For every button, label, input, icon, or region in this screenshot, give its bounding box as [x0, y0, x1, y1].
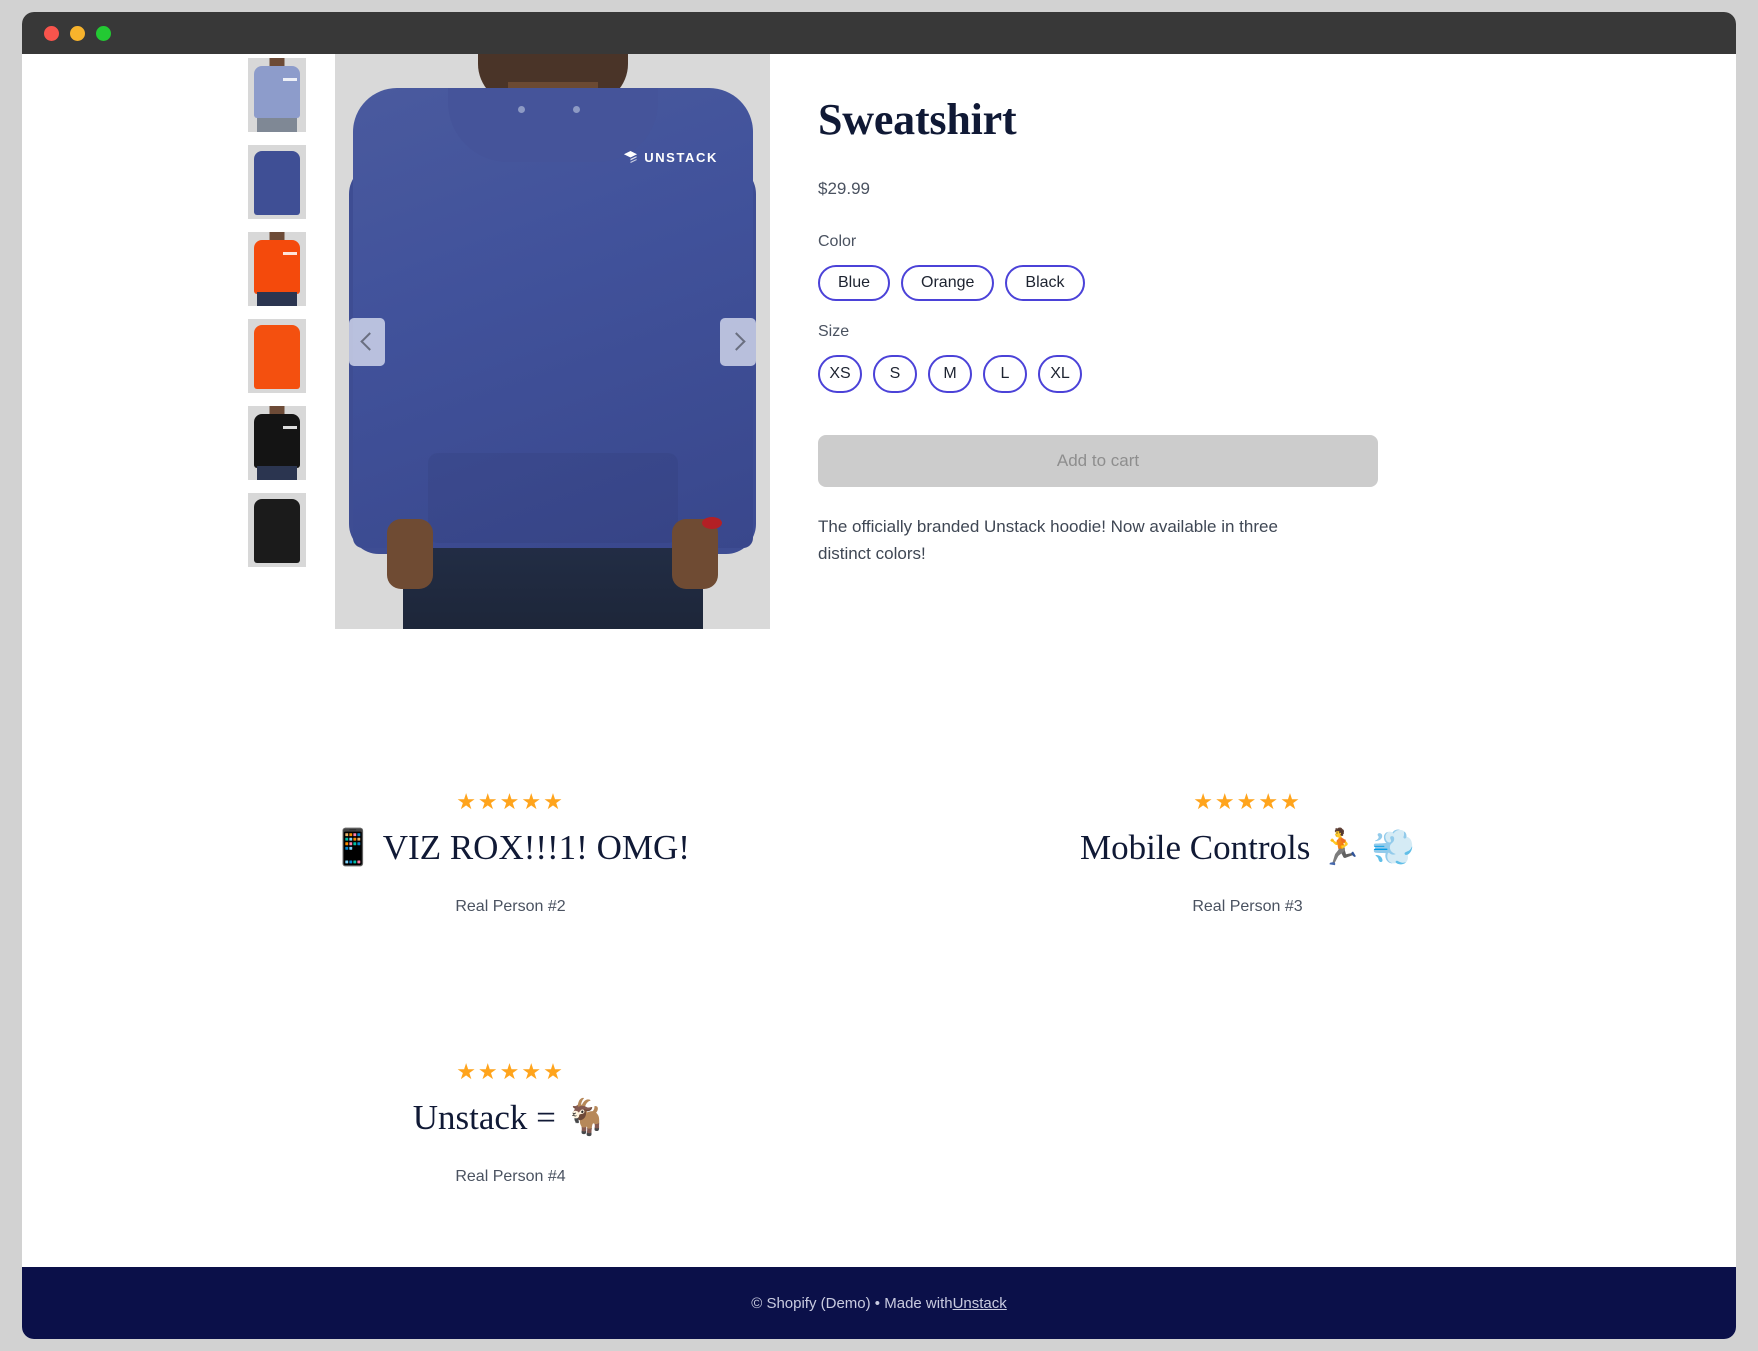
- thumbnail-black-front[interactable]: [248, 406, 306, 480]
- color-option-blue[interactable]: Blue: [818, 265, 891, 301]
- champion-logo: [702, 517, 722, 529]
- minimize-window-button[interactable]: [70, 25, 85, 41]
- garment-logo: [283, 252, 297, 255]
- window-titlebar: [22, 12, 1736, 54]
- close-window-button[interactable]: [44, 25, 59, 41]
- carousel-next-button[interactable]: [720, 317, 756, 366]
- chevron-right-icon: [726, 332, 746, 351]
- product-details: Sweatshirt $29.99 Color Blue Orange Blac…: [818, 54, 1378, 629]
- thumbnail-orange-front[interactable]: [248, 232, 306, 306]
- garment-shape: [254, 499, 300, 563]
- garment-shape: [254, 151, 300, 215]
- model-legs: [257, 466, 297, 480]
- page-title: Sweatshirt: [818, 95, 1017, 144]
- hood-drawstring-left: [518, 106, 525, 113]
- unstack-logo: UNSTACK: [623, 150, 718, 165]
- maximize-window-button[interactable]: [96, 25, 111, 41]
- unstack-link[interactable]: Unstack: [953, 1295, 1007, 1312]
- size-option-xs[interactable]: XS: [818, 355, 862, 393]
- unstack-wordmark: UNSTACK: [644, 150, 718, 165]
- product-price: $29.99: [818, 179, 870, 198]
- review-author: Real Person #2: [455, 898, 566, 915]
- size-options: XS S M L XL: [818, 355, 1378, 393]
- thumbnail-black-back[interactable]: [248, 493, 306, 567]
- page-content: UNSTACK Sweatshirt $29.99 Color Blue Ora…: [22, 54, 1736, 1339]
- thumbnail-blue-front[interactable]: [248, 58, 306, 132]
- browser-window: UNSTACK Sweatshirt $29.99 Color Blue Ora…: [22, 12, 1736, 1339]
- model-legs: [257, 292, 297, 306]
- garment-logo: [283, 78, 297, 81]
- footer-text: © Shopify (Demo) • Made with: [751, 1294, 953, 1312]
- model-hand-left: [387, 519, 433, 589]
- review-item: ★★★★★ Mobile Controls 🏃 💨 Real Person #3: [879, 789, 1616, 997]
- garment-shape: [254, 325, 300, 389]
- reviews-section: ★★★★★ 📱 VIZ ROX!!!1! OMG! Real Person #2…: [22, 789, 1736, 1267]
- review-author: Real Person #3: [1192, 898, 1303, 915]
- garment-shape: [254, 66, 300, 118]
- layers-icon: [624, 150, 638, 164]
- review-title: 📱 VIZ ROX!!!1! OMG!: [331, 828, 690, 867]
- size-option-l[interactable]: L: [983, 355, 1027, 393]
- garment-pocket: [427, 453, 678, 543]
- garment-shape: [254, 240, 300, 294]
- size-option-s[interactable]: S: [873, 355, 917, 393]
- thumbnail-orange-back[interactable]: [248, 319, 306, 393]
- chevron-left-icon: [359, 332, 379, 351]
- color-option-black[interactable]: Black: [1005, 265, 1085, 301]
- review-author: Real Person #4: [455, 1168, 566, 1185]
- product-section: UNSTACK Sweatshirt $29.99 Color Blue Ora…: [22, 54, 1736, 629]
- page-footer: © Shopify (Demo) • Made with Unstack: [22, 1267, 1736, 1339]
- product-description: The officially branded Unstack hoodie! N…: [818, 517, 1278, 564]
- model-legs: [257, 118, 297, 132]
- color-options: Blue Orange Black: [818, 265, 1378, 301]
- hood-drawstring-right: [573, 106, 580, 113]
- model-hand-right: [672, 519, 718, 589]
- review-item: ★★★★★ Unstack = 🐐 Real Person #4: [142, 1059, 879, 1267]
- add-to-cart-button[interactable]: Add to cart: [818, 435, 1378, 487]
- product-main-image[interactable]: UNSTACK: [335, 54, 770, 629]
- size-option-xl[interactable]: XL: [1038, 355, 1082, 393]
- garment-logo: [283, 426, 297, 429]
- thumbnail-strip: [248, 54, 306, 629]
- star-rating: ★★★★★: [456, 789, 565, 814]
- thumbnail-blue-back[interactable]: [248, 145, 306, 219]
- garment-shape: [254, 414, 300, 468]
- review-title: Unstack = 🐐: [412, 1098, 609, 1137]
- star-rating: ★★★★★: [1193, 789, 1302, 814]
- color-option-label: Color: [818, 233, 857, 250]
- size-option-label: Size: [818, 323, 850, 340]
- review-title: Mobile Controls 🏃 💨: [1079, 828, 1416, 867]
- size-option-m[interactable]: M: [928, 355, 972, 393]
- carousel-prev-button[interactable]: [349, 317, 385, 366]
- color-option-orange[interactable]: Orange: [901, 265, 995, 301]
- review-item: ★★★★★ 📱 VIZ ROX!!!1! OMG! Real Person #2: [142, 789, 879, 997]
- star-rating: ★★★★★: [456, 1059, 565, 1084]
